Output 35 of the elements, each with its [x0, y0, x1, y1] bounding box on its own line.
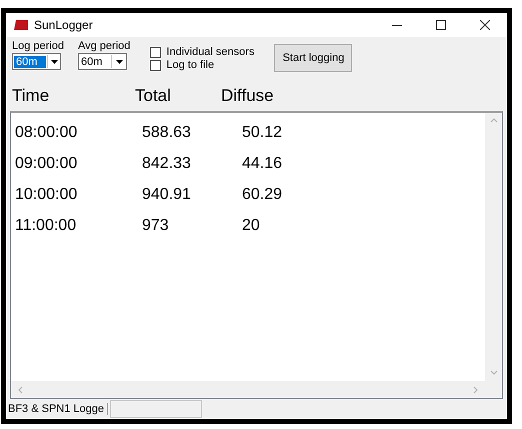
dropdown-arrow-icon [50, 60, 58, 64]
column-header: Diffuse [221, 86, 274, 106]
table-cell: 20 [242, 216, 260, 234]
scroll-right-icon[interactable] [472, 386, 480, 394]
table-cell-text: 940.91 [142, 186, 192, 204]
table-cell-text: 973 [142, 216, 170, 234]
dropdown-label: Log period [12, 40, 64, 52]
checkbox-label: Individual sensors [166, 46, 254, 58]
dropdown-label: Avg period [78, 40, 130, 52]
status-text: BF3 & SPN1 Logge [8, 403, 108, 415]
column-header: Time [12, 86, 50, 106]
table-cell-text: 588.63 [142, 124, 192, 142]
period-dropdown[interactable]: 60m [78, 53, 127, 70]
table-cell-text: 11:00:00 [15, 216, 78, 234]
scroll-down-icon[interactable] [490, 369, 498, 377]
table-cell: 44.16 [242, 154, 282, 172]
close-icon [480, 20, 490, 30]
checkbox-label: Log to file [166, 59, 214, 71]
app-logo-icon [14, 20, 28, 30]
table-cell-text: 08:00:00 [15, 124, 78, 142]
checkbox[interactable] [150, 46, 162, 58]
table-cell-text: 842.33 [142, 154, 192, 172]
window-title: SunLogger [34, 18, 93, 32]
table-cell: 60.29 [242, 186, 282, 204]
table-cell-text: 10:00:00 [15, 186, 78, 204]
maximize-icon [436, 20, 446, 30]
column-header: Total [135, 86, 172, 106]
checkbox[interactable] [150, 60, 162, 70]
table-cell: 50.12 [242, 124, 282, 142]
start-logging-button[interactable]: Start logging [274, 44, 352, 72]
scroll-left-icon[interactable] [17, 386, 25, 394]
table-cell-text: 09:00:00 [15, 154, 78, 172]
dropdown-arrow-icon [116, 60, 122, 64]
period-dropdown[interactable]: 60m [12, 53, 61, 70]
scroll-up-icon[interactable] [490, 117, 498, 125]
